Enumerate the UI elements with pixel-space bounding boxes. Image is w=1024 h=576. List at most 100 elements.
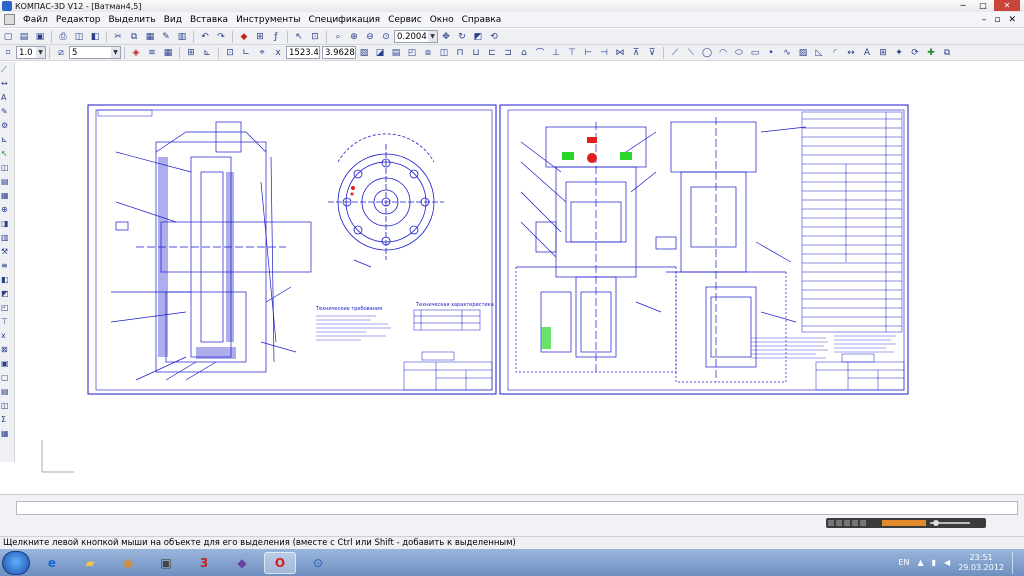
tool-icon[interactable]: ▤ <box>389 46 403 59</box>
line-tool-icon[interactable]: ⟋ <box>668 46 682 59</box>
close-button[interactable]: ✕ <box>994 0 1020 11</box>
snaps-icon[interactable]: ⌖ <box>255 46 269 59</box>
rectangle-tool-icon[interactable]: ▭ <box>748 46 762 59</box>
internet-explorer-icon[interactable]: e <box>36 552 68 574</box>
grid-toggle-icon[interactable]: ▦ <box>161 46 175 59</box>
macro-icon[interactable]: ◨ <box>1 219 13 230</box>
scale-combo[interactable]: 1.0 ▼ <box>16 46 46 59</box>
layer-icon[interactable]: ⧄ <box>54 46 68 59</box>
menu-select[interactable]: Выделить <box>104 15 159 25</box>
doc-close-button[interactable]: ✕ <box>1008 15 1016 25</box>
layers-icon[interactable]: ◆ <box>237 30 251 43</box>
selected-objects[interactable] <box>541 152 632 349</box>
doc-restore-button[interactable]: ▫ <box>994 15 1000 25</box>
network-icon[interactable]: ▮ <box>932 558 936 567</box>
select-icon[interactable]: ↖ <box>1 149 13 160</box>
snap-icon[interactable]: ⌗ <box>1 46 15 59</box>
circle-tool-icon[interactable]: ◯ <box>700 46 714 59</box>
tool-icon[interactable]: ⊏ <box>485 46 499 59</box>
zoom-in-icon[interactable]: ⊕ <box>347 30 361 43</box>
tool-icon[interactable]: ⊤ <box>565 46 579 59</box>
tree-icon[interactable]: ⊤ <box>1 317 13 328</box>
x-coordinate-field[interactable]: 1523.4 <box>286 46 320 59</box>
stamp-icon[interactable]: ▤ <box>1 387 13 398</box>
doc-minimize-button[interactable]: – <box>982 15 987 25</box>
parametrize-icon[interactable]: ⚙ <box>1 121 13 132</box>
drawing-canvas[interactable]: Технические требования Техническая харак… <box>16 62 1024 494</box>
chevron-down-icon[interactable]: ▼ <box>428 31 437 42</box>
menu-help[interactable]: Справка <box>458 15 506 25</box>
tool-icon[interactable]: ⊥ <box>549 46 563 59</box>
cut-icon[interactable]: ✂ <box>111 30 125 43</box>
tool-icon[interactable]: ▧ <box>357 46 371 59</box>
property-bar[interactable] <box>16 501 1018 515</box>
open-icon[interactable]: ▤ <box>17 30 31 43</box>
menu-specification[interactable]: Спецификация <box>304 15 384 25</box>
spec-table[interactable] <box>801 111 903 333</box>
tool-icon[interactable]: ⊐ <box>501 46 515 59</box>
view-orient-icon[interactable]: ⟲ <box>487 30 501 43</box>
library-icon[interactable]: ▥ <box>175 30 189 43</box>
format-painter-icon[interactable]: ✎ <box>159 30 173 43</box>
chamfer-tool-icon[interactable]: ◺ <box>812 46 826 59</box>
menu-window[interactable]: Окно <box>426 15 458 25</box>
polyline-tool-icon[interactable]: ⟍ <box>684 46 698 59</box>
edit-icon[interactable]: ✎ <box>1 107 13 118</box>
opera-icon[interactable]: O <box>264 551 296 574</box>
new-document-icon[interactable]: ▢ <box>1 30 15 43</box>
menu-editor[interactable]: Редактор <box>52 15 105 25</box>
table-tool-icon[interactable]: ⊞ <box>876 46 890 59</box>
tool-icon[interactable]: ⊼ <box>629 46 643 59</box>
folder-icon[interactable]: ▰ <box>74 552 106 574</box>
preview-icon[interactable]: ◫ <box>72 30 86 43</box>
show-desktop-button[interactable] <box>1012 551 1020 574</box>
copy-tool-icon[interactable]: ⧉ <box>940 46 954 59</box>
dimensions-icon[interactable]: ↔ <box>1 79 13 90</box>
layer-combo[interactable]: 5 ▼ <box>69 46 121 59</box>
chevron-down-icon[interactable]: ▼ <box>111 47 120 58</box>
pan-icon[interactable]: ✥ <box>439 30 453 43</box>
toolbox-icon[interactable]: ▦ <box>1 429 13 440</box>
refresh-icon[interactable]: ↻ <box>455 30 469 43</box>
menu-file[interactable]: Файл <box>19 15 52 25</box>
redo-icon[interactable]: ↷ <box>214 30 228 43</box>
symbol-tool-icon[interactable]: ✦ <box>892 46 906 59</box>
paste-icon[interactable]: ▦ <box>143 30 157 43</box>
kompas-3d-icon[interactable]: 3 <box>188 552 220 574</box>
menu-tools[interactable]: Инструменты <box>232 15 304 25</box>
annotations-icon[interactable]: A <box>1 93 13 104</box>
copy-icon[interactable]: ⧉ <box>127 30 141 43</box>
drawing-area[interactable]: Технические требования Техническая харак… <box>16 62 1024 494</box>
views-icon[interactable]: ◰ <box>1 303 13 314</box>
view-icon[interactable]: ◩ <box>471 30 485 43</box>
undo-icon[interactable]: ↶ <box>198 30 212 43</box>
attributes-icon[interactable]: ◧ <box>1 275 13 286</box>
objects-icon[interactable]: ◩ <box>1 289 13 300</box>
tool-icon[interactable]: ⋈ <box>613 46 627 59</box>
style-icon[interactable]: ≋ <box>145 46 159 59</box>
ortho-icon[interactable]: ⊞ <box>184 46 198 59</box>
tool-icon[interactable]: ⊽ <box>645 46 659 59</box>
geometry-icon[interactable]: ⟋ <box>1 65 13 76</box>
associative-views-icon[interactable]: ◫ <box>1 163 13 174</box>
tool-icon[interactable]: ⌒ <box>533 46 547 59</box>
drawing-icon[interactable]: ▣ <box>1 359 13 370</box>
properties-icon[interactable]: ◧ <box>88 30 102 43</box>
color-icon[interactable]: ◈ <box>129 46 143 59</box>
menu-service[interactable]: Сервис <box>384 15 426 25</box>
help-pointer-icon[interactable]: ↖ <box>292 30 306 43</box>
sheet-left[interactable]: Технические требования Техническая харак… <box>87 104 497 395</box>
menu-view[interactable]: Вид <box>160 15 186 25</box>
mech-icon[interactable]: ⚒ <box>1 247 13 258</box>
start-button[interactable] <box>2 550 30 575</box>
spec-icon[interactable]: ▤ <box>1 177 13 188</box>
tool-icon[interactable]: ◰ <box>405 46 419 59</box>
tool-icon[interactable]: ⊣ <box>597 46 611 59</box>
frame-icon[interactable]: ◫ <box>1 401 13 412</box>
sum-icon[interactable]: Σ <box>1 415 13 426</box>
local-cs-icon[interactable]: ⊾ <box>200 46 214 59</box>
function-icon[interactable]: ƒ <box>269 30 283 43</box>
program-icon[interactable]: ◆ <box>226 552 258 574</box>
menu-insert[interactable]: Вставка <box>186 15 232 25</box>
language-indicator[interactable]: EN <box>898 558 909 567</box>
